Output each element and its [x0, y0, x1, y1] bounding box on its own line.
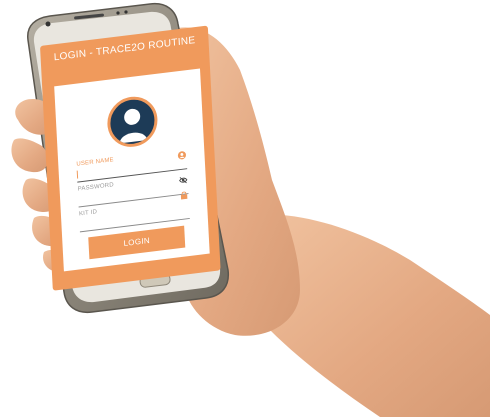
avatar-icon	[106, 93, 159, 150]
photo-scene: LOGIN - TRACE2O ROUTINE USER NAME PASSWO…	[0, 0, 490, 417]
sensor-2	[124, 10, 128, 14]
app-screen: LOGIN - TRACE2O ROUTINE USER NAME PASSWO…	[40, 25, 221, 291]
sensor	[116, 11, 120, 15]
login-button[interactable]: LOGIN	[88, 225, 186, 260]
login-card: USER NAME PASSWORD KIT ID LOGIN	[54, 68, 210, 272]
kit-id-label: KIT ID	[78, 209, 98, 218]
text-cursor	[76, 170, 79, 179]
camera	[45, 21, 51, 27]
lock-icon	[180, 191, 188, 200]
eye-off-icon[interactable]	[179, 175, 188, 185]
user-icon	[177, 151, 186, 160]
password-label: PASSWORD	[77, 182, 114, 193]
username-label: USER NAME	[76, 157, 114, 168]
